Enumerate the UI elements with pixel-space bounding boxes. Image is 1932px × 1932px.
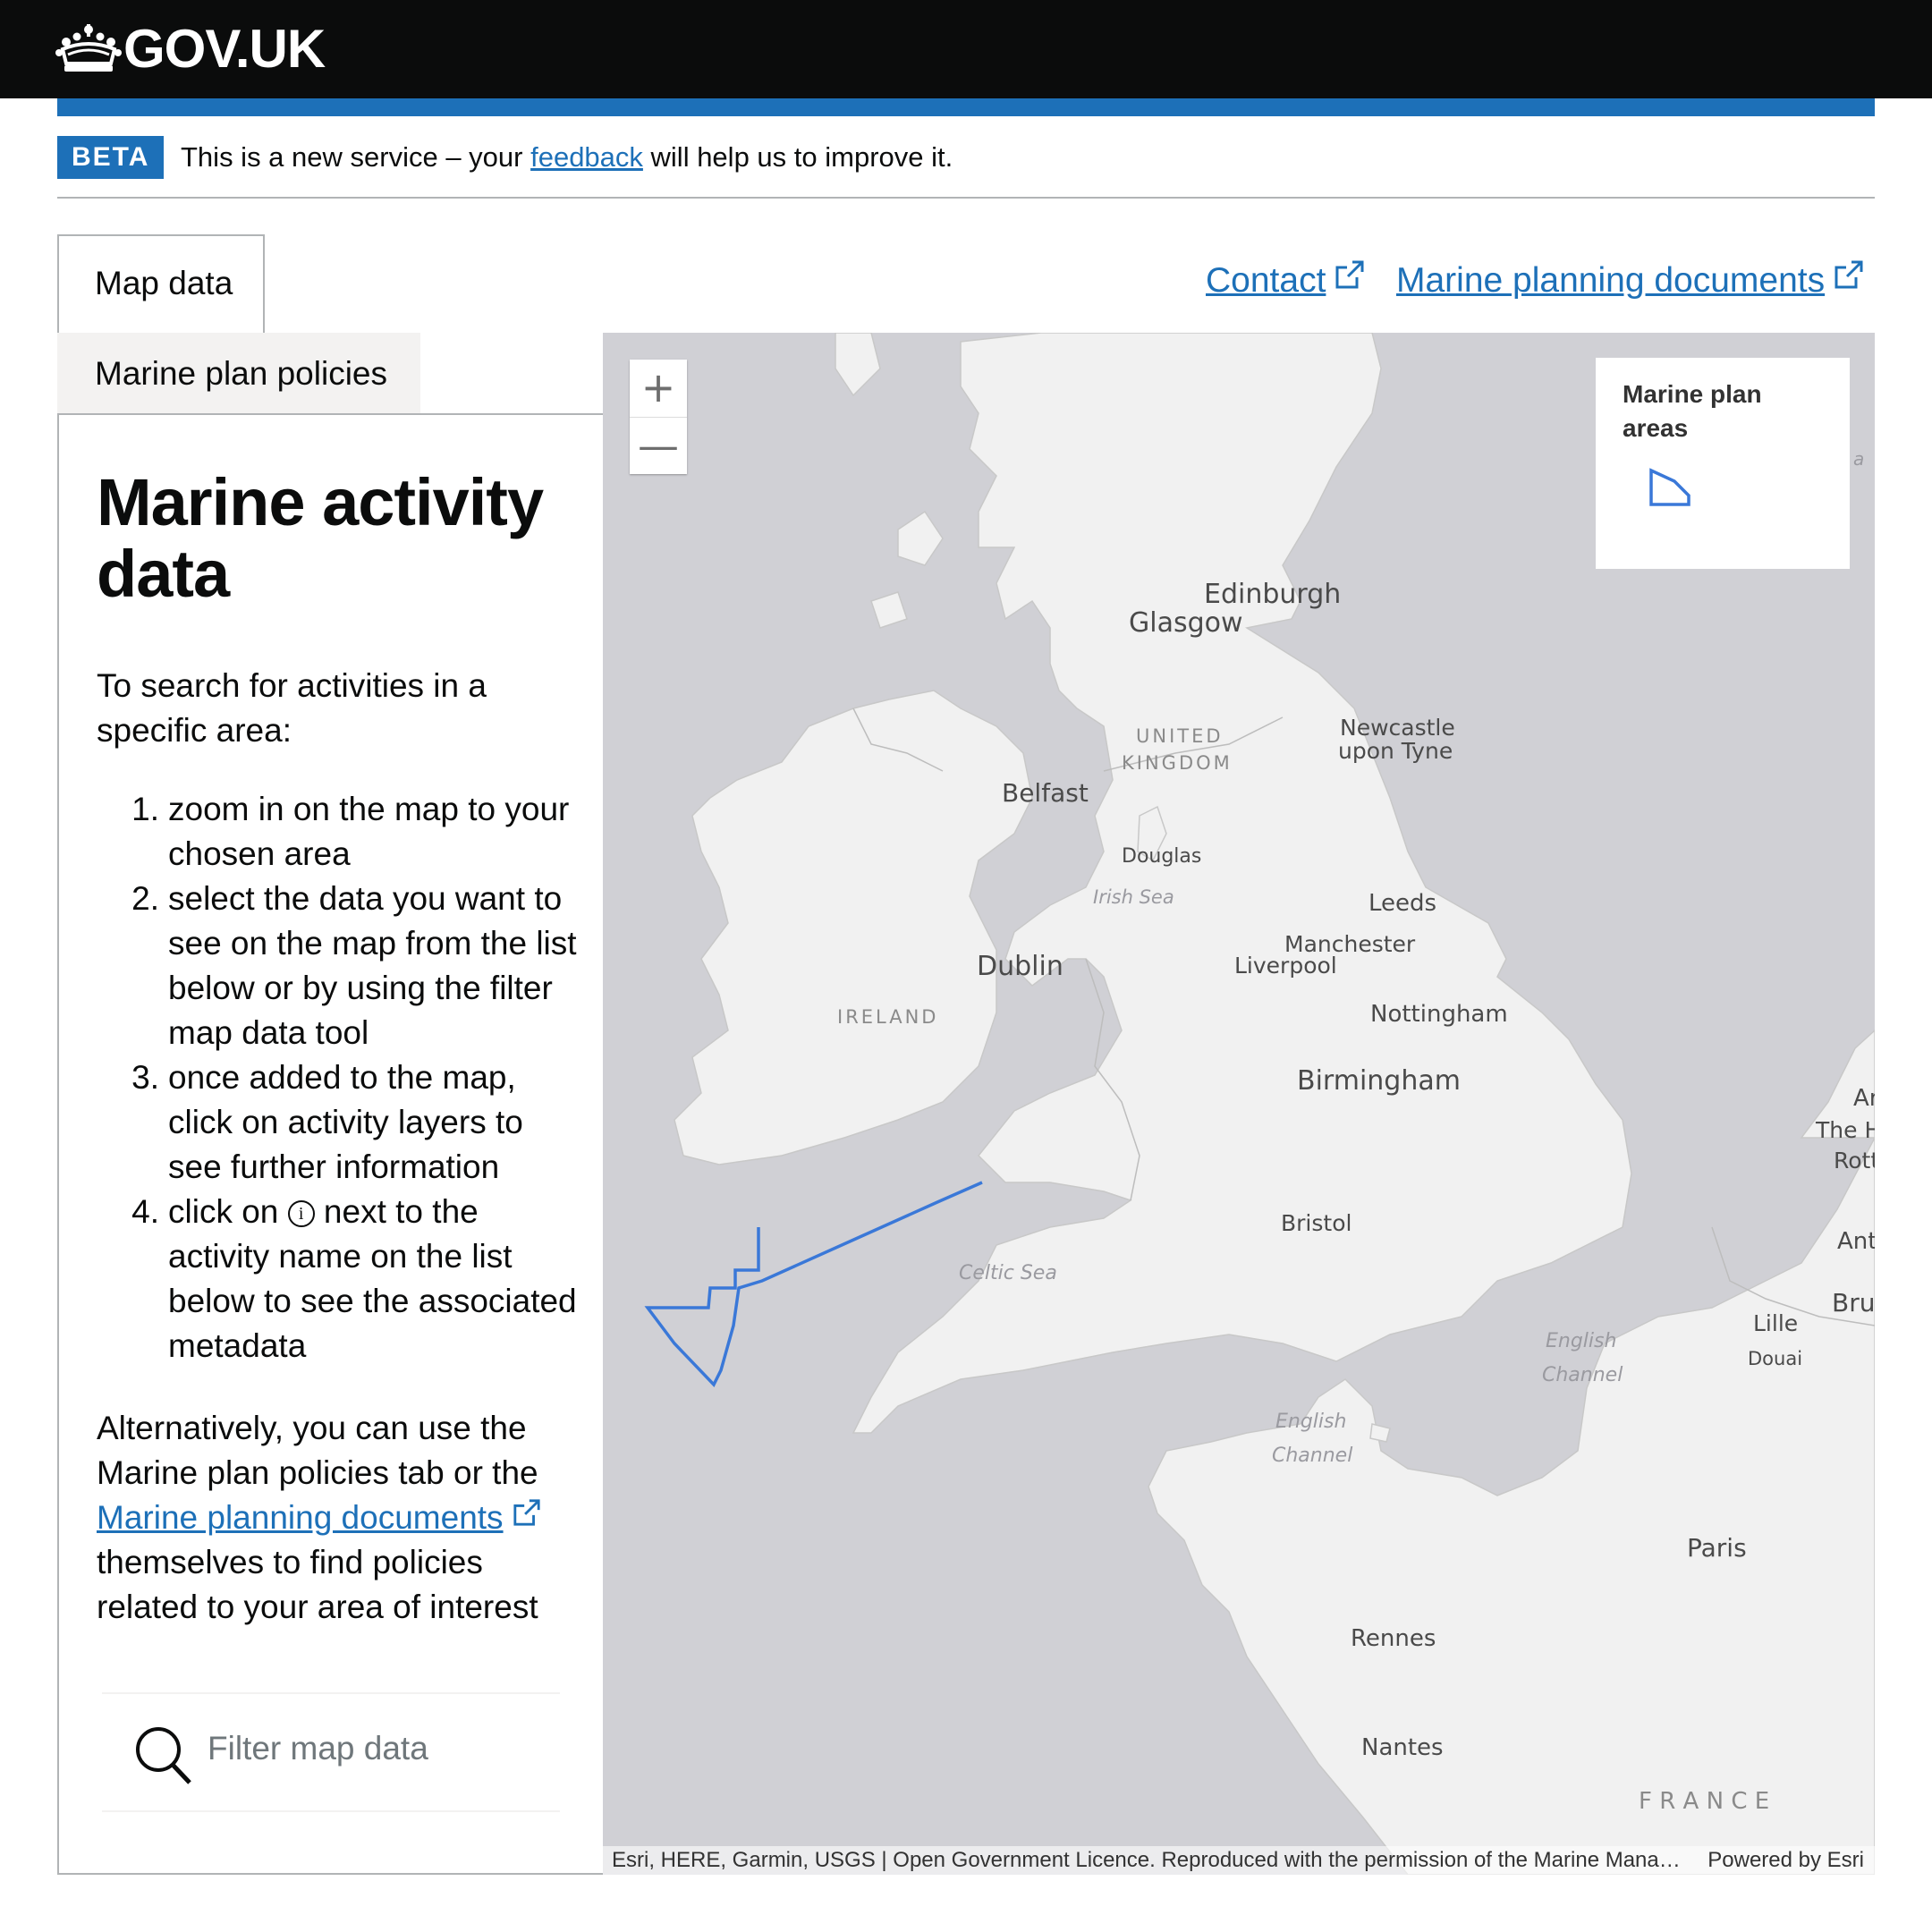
map-label-douglas: Douglas	[1122, 845, 1201, 868]
map-label-dublin: Dublin	[977, 951, 1063, 982]
external-link-icon	[1335, 260, 1364, 289]
tab-marine-plan-policies[interactable]: Marine plan policies	[57, 333, 420, 415]
polygon-swatch-icon	[1649, 468, 1690, 506]
phase-banner-text: This is a new service – your feedback wi…	[181, 140, 953, 175]
info-icon: i	[287, 1200, 315, 1227]
zoom-out-button[interactable]: —	[630, 417, 687, 475]
map-label-edge-6: a	[1853, 448, 1864, 470]
list-item: 1. zoom in on the map to your chosen area	[97, 787, 580, 877]
list-item-text: zoom in on the map to your chosen area	[168, 791, 570, 872]
scottish-islands	[835, 333, 944, 629]
map-label-edge-3: Rott	[1834, 1148, 1875, 1174]
map-label-english-channel-east-1: English	[1546, 1330, 1616, 1352]
inline-link-label: Marine planning documents	[97, 1499, 504, 1536]
map-label-ireland: IRELAND	[837, 1006, 938, 1028]
instructions-list: 1. zoom in on the map to your chosen area…	[97, 787, 580, 1368]
panel-alternative-text: Alternatively, you can use the Marine pl…	[97, 1406, 580, 1630]
marine-planning-documents-inline-link[interactable]: Marine planning documents	[97, 1499, 541, 1536]
map-label-leeds: Leeds	[1368, 890, 1436, 917]
list-number: 2.	[131, 880, 159, 917]
external-link-icon	[513, 1499, 540, 1526]
map-label-rennes: Rennes	[1351, 1625, 1436, 1652]
external-link-icon	[1835, 260, 1863, 289]
map-label-nottingham: Nottingham	[1370, 1001, 1508, 1028]
filter-map-data-input[interactable]	[206, 1721, 549, 1776]
map-legend: Marine plan areas	[1596, 358, 1850, 569]
contact-link-label: Contact	[1206, 261, 1326, 300]
zoom-controls: + —	[630, 360, 687, 474]
list-number: 4.	[131, 1193, 159, 1230]
ireland-landmass	[674, 690, 1033, 1165]
page-title: Marine activity data	[97, 465, 544, 611]
map-label-edge-1: Ar	[1853, 1085, 1875, 1112]
map-label-birmingham: Birmingham	[1297, 1065, 1461, 1097]
map-attribution: Esri, HERE, Garmin, USGS | Open Governme…	[603, 1846, 1875, 1875]
map-label-edinburgh: Edinburgh	[1204, 579, 1341, 610]
alt-text-before: Alternatively, you can use the Marine pl…	[97, 1410, 538, 1491]
map-label-edge-5: Brus	[1832, 1288, 1875, 1318]
list-item: 4. click on i next to the activity name o…	[97, 1190, 580, 1368]
phase-text-after: will help us to improve it.	[642, 141, 953, 173]
map-label-belfast: Belfast	[1002, 778, 1089, 808]
panel-intro: To search for activities in a specific a…	[97, 667, 487, 749]
list-number: 1.	[131, 791, 159, 827]
map-label-irish-sea: Irish Sea	[1093, 886, 1174, 908]
map-label-glasgow: Glasgow	[1129, 607, 1243, 639]
map-label-newcastle-line2: upon Tyne	[1338, 738, 1453, 764]
site-header: GOV.UK	[0, 0, 1932, 98]
list-item: 2. select the data you want to see on the…	[97, 877, 580, 1055]
contact-link[interactable]: Contact	[1206, 259, 1365, 301]
map-label-edge-2: The H	[1815, 1117, 1875, 1143]
search-icon	[136, 1727, 191, 1784]
phase-text-before: This is a new service – your	[181, 141, 531, 173]
list-item: 3. once added to the map, click on activi…	[97, 1055, 580, 1190]
crown-icon	[55, 24, 122, 72]
map-label-paris: Paris	[1687, 1533, 1747, 1563]
map-label-bristol: Bristol	[1281, 1210, 1352, 1236]
powered-by-esri[interactable]: Powered by Esri	[1707, 1846, 1864, 1875]
legend-title: Marine plan areas	[1623, 380, 1762, 442]
map-label-lille: Lille	[1753, 1310, 1798, 1336]
map-label-english-channel-east-2: Channel	[1542, 1364, 1623, 1386]
header-blue-bar	[57, 98, 1875, 116]
list-item-text-before: click on	[168, 1193, 288, 1230]
map-label-uk-line2: KINGDOM	[1122, 752, 1233, 774]
list-number: 3.	[131, 1059, 159, 1096]
marine-planning-documents-label: Marine planning documents	[1396, 261, 1826, 300]
map-label-newcastle-line1: Newcastle	[1340, 715, 1455, 741]
map-label-uk-line1: UNITED	[1136, 725, 1224, 747]
filter-map-data-search	[102, 1692, 560, 1812]
map-label-edge-4: Ant	[1837, 1228, 1875, 1255]
map-data-panel: Marine activity data To search for activ…	[57, 413, 603, 1875]
channel-islands	[1369, 1423, 1391, 1443]
map-label-douai: Douai	[1748, 1348, 1802, 1369]
attribution-text: Esri, HERE, Garmin, USGS | Open Governme…	[612, 1848, 1685, 1872]
map-label-france: F R A N C E	[1639, 1788, 1769, 1815]
marine-planning-documents-link[interactable]: Marine planning documents	[1396, 259, 1864, 301]
map-label-english-channel-west-1: English	[1275, 1411, 1346, 1433]
alt-text-after: themselves to find policies related to y…	[97, 1544, 538, 1625]
map-label-nantes: Nantes	[1361, 1734, 1444, 1761]
map-label-english-channel-west-2: Channel	[1272, 1445, 1352, 1467]
map-label-liverpool: Liverpool	[1234, 953, 1337, 979]
logo-text: GOV.UK	[123, 18, 326, 79]
list-item-text: once added to the map, click on activity…	[168, 1059, 523, 1185]
govuk-logo[interactable]: GOV.UK	[55, 16, 326, 80]
list-item-text: select the data you want to see on the m…	[168, 880, 577, 1051]
zoom-in-button[interactable]: +	[630, 360, 687, 417]
map-label-celtic-sea: Celtic Sea	[959, 1262, 1057, 1284]
feedback-link[interactable]: feedback	[530, 141, 643, 173]
tab-map-data[interactable]: Map data	[57, 234, 265, 333]
map-view[interactable]: Edinburgh Glasgow UNITED KINGDOM Newcast…	[603, 333, 1875, 1875]
phase-banner: BETA This is a new service – your feedba…	[57, 134, 1875, 199]
beta-tag: BETA	[57, 136, 165, 179]
